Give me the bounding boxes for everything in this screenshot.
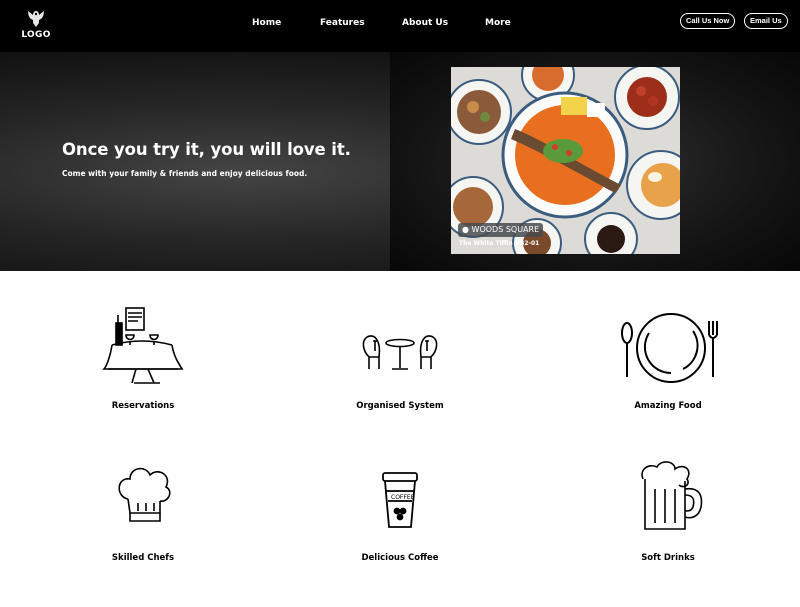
chef-hat-icon [88, 455, 198, 545]
nav-features-link[interactable]: Features [320, 18, 365, 28]
call-us-button[interactable]: Call Us Now [680, 13, 736, 29]
feature-label: Soft Drinks [641, 553, 695, 563]
feature-soft-drinks: Soft Drinks [578, 455, 758, 563]
top-nav: LOGO Home Features About Us More Call Us… [0, 0, 800, 52]
feature-reservations: Reservations [53, 303, 233, 411]
feature-organised-system: Organised System [310, 303, 490, 411]
feature-amazing-food: Amazing Food [578, 303, 758, 411]
coffee-cup-icon: COFFEE [345, 455, 455, 545]
nav-home-link[interactable]: Home [252, 18, 281, 28]
feature-label: Amazing Food [634, 401, 702, 411]
location-subtext: The White Tiffin #B2-01 [459, 240, 540, 247]
feature-label: Organised System [356, 401, 444, 411]
eagle-logo-icon [18, 8, 54, 28]
feature-label: Delicious Coffee [361, 553, 439, 563]
hero-title: Once you try it, you will love it. [62, 140, 351, 159]
plate-cutlery-icon [613, 303, 723, 393]
logo[interactable]: LOGO [18, 8, 54, 40]
bistro-set-icon [345, 303, 455, 393]
hero-subtitle: Come with your family & friends and enjo… [62, 169, 308, 178]
location-tag: ● WOODS SQUARE [458, 223, 544, 237]
nav-about-link[interactable]: About Us [402, 18, 448, 28]
feature-label: Reservations [111, 401, 175, 411]
nav-more-link[interactable]: More [485, 18, 511, 28]
email-us-button[interactable]: Email Us [744, 13, 788, 29]
logo-text: LOGO [21, 30, 51, 40]
dining-table-icon [88, 303, 198, 393]
location-tag-text: WOODS SQUARE [471, 225, 540, 234]
hero-section: Once you try it, you will love it. Come … [0, 52, 800, 271]
location-pin-icon: ● [462, 225, 469, 234]
svg-text:COFFEE: COFFEE [391, 494, 415, 501]
feature-skilled-chefs: Skilled Chefs [53, 455, 233, 563]
beer-mug-icon [613, 455, 723, 545]
feature-label: Skilled Chefs [111, 553, 175, 563]
feature-delicious-coffee: COFFEE Delicious Coffee [310, 455, 490, 563]
